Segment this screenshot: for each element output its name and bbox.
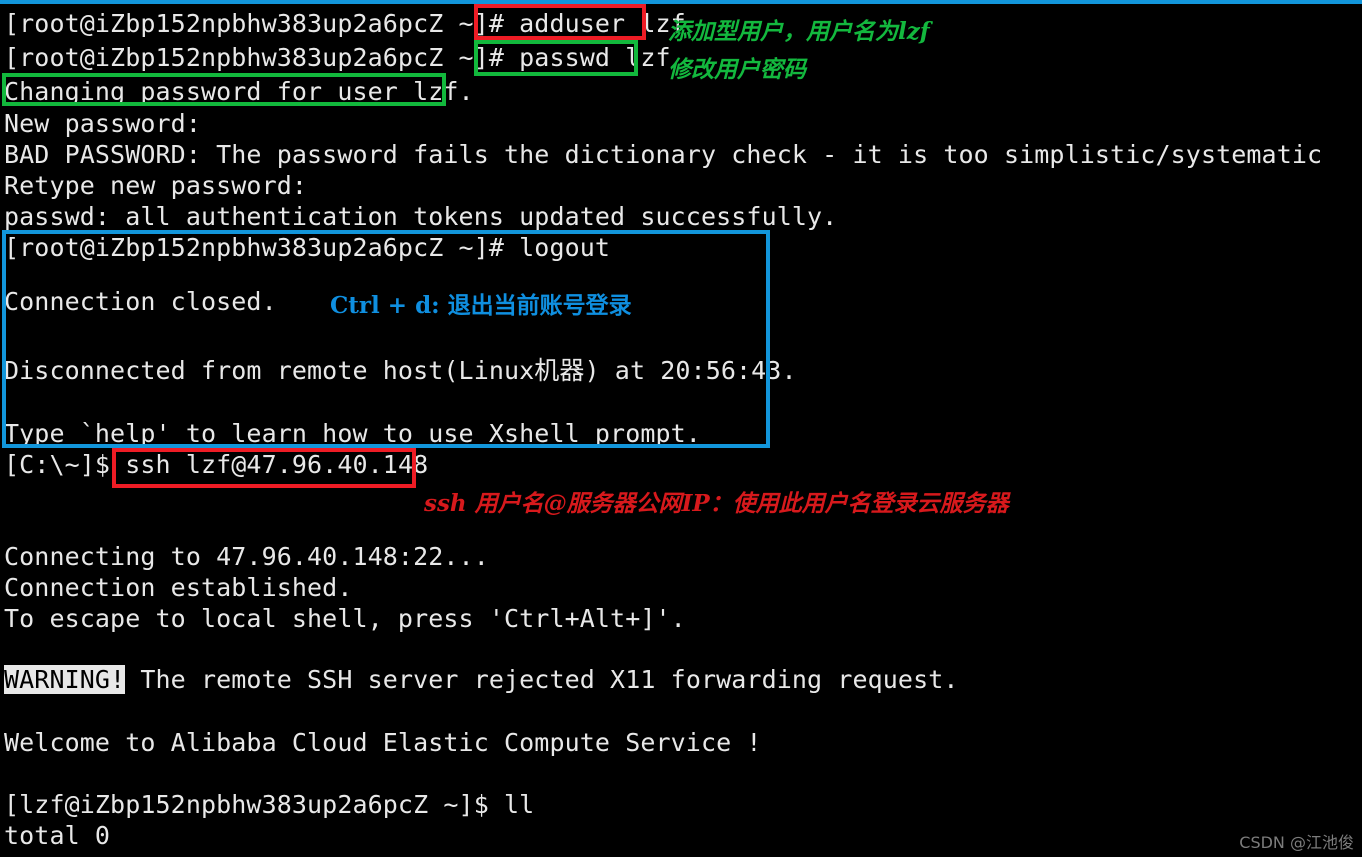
terminal-line: BAD PASSWORD: The password fails the dic… (4, 140, 1323, 169)
terminal-line: [lzf@iZbp152npbhw383up2a6pcZ ~]$ ll (4, 790, 535, 819)
csdn-watermark: CSDN @江池俊 (1239, 833, 1354, 852)
terminal-line: Disconnected from remote host(Linux机器) a… (4, 356, 797, 385)
ssh-command-text: ssh lzf@47.96.40.148 (125, 450, 429, 479)
terminal-line: Retype new password: (4, 171, 308, 200)
terminal-screen: [root@iZbp152npbhw383up2a6pcZ ~]# adduse… (0, 0, 1362, 857)
local-shell-prompt: [C:\~]$ (4, 450, 126, 479)
terminal-line: [root@iZbp152npbhw383up2a6pcZ ~]# adduse… (4, 9, 686, 38)
terminal-line: [root@iZbp152npbhw383up2a6pcZ ~]# passwd… (4, 43, 671, 72)
warning-badge: WARNING! (4, 665, 126, 694)
terminal-line: Changing password for user lzf. (4, 77, 474, 106)
terminal-line: passwd: all authentication tokens update… (4, 202, 838, 231)
window-top-border (0, 0, 1362, 4)
anno-ctrld: Ctrl + d: 退出当前账号登录 (330, 292, 632, 319)
terminal-line: total 0 (4, 821, 111, 850)
terminal-line: To escape to local shell, press 'Ctrl+Al… (4, 604, 686, 633)
x11-warning-line: WARNING! The remote SSH server rejected … (4, 664, 959, 695)
terminal-line: Connecting to 47.96.40.148:22... (4, 542, 489, 571)
terminal-line: New password: (4, 109, 201, 138)
terminal-line: Welcome to Alibaba Cloud Elastic Compute… (4, 728, 762, 757)
terminal-line: Connection closed. (4, 287, 277, 316)
anno-ssh: ssh 用户名@服务器公网IP：使用此用户名登录云服务器 (424, 490, 1009, 517)
terminal-line: Type `help' to learn how to use Xshell p… (4, 419, 701, 448)
anno-adduser: 添加型用户，用户名为lzf (668, 18, 930, 45)
terminal-line: [root@iZbp152npbhw383up2a6pcZ ~]# logout (4, 233, 611, 262)
ssh-command-line[interactable]: [C:\~]$ ssh lzf@47.96.40.148 (4, 449, 428, 480)
terminal-line: Connection established. (4, 573, 353, 602)
anno-passwd: 修改用户密码 (668, 56, 806, 83)
warning-message: The remote SSH server rejected X11 forwa… (125, 665, 959, 694)
